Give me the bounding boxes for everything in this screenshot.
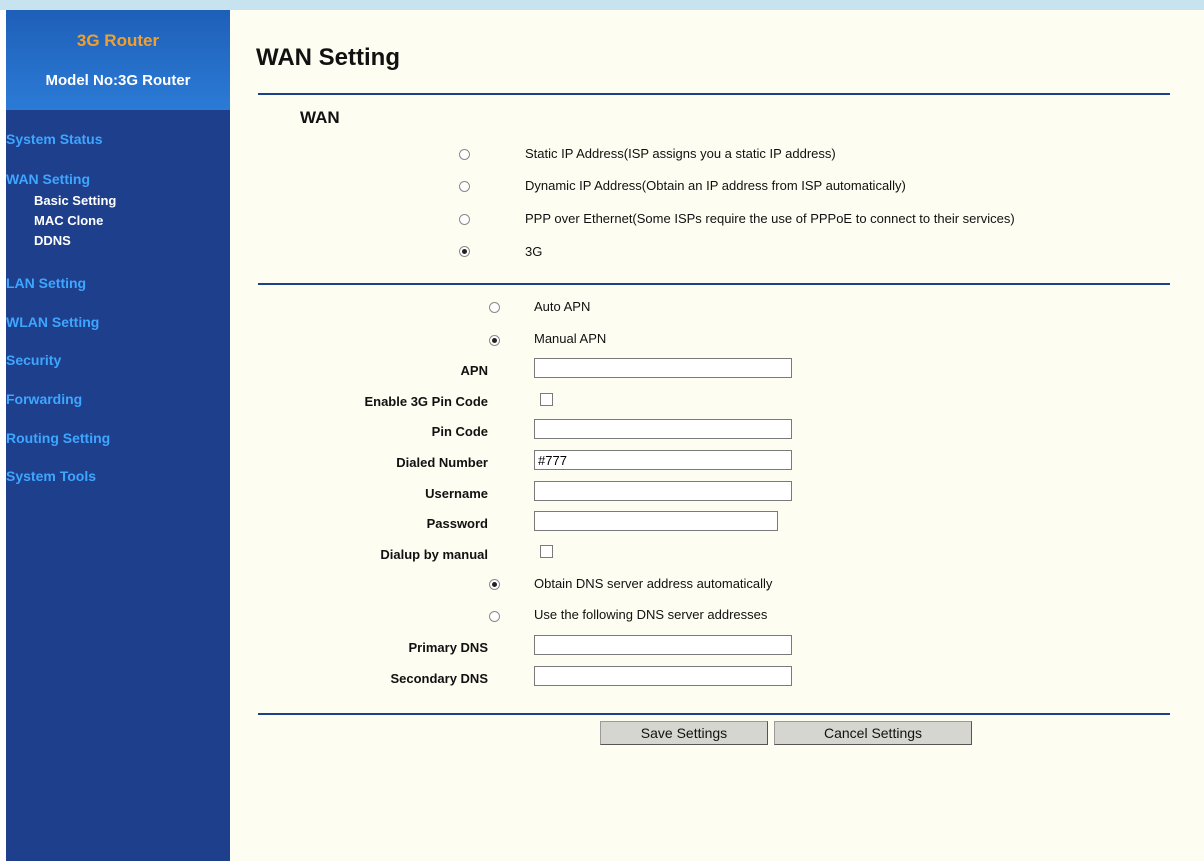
sidebar-item-system-tools[interactable]: System Tools <box>6 468 96 484</box>
secondary-dns-label: Secondary DNS <box>390 671 488 686</box>
manual-apn-label: Manual APN <box>534 331 607 346</box>
radio-pppoe[interactable] <box>459 214 470 225</box>
page-title: WAN Setting <box>256 44 400 71</box>
model-label: Model No:3G Router <box>45 72 191 89</box>
sidebar-subitem-basic-setting[interactable]: Basic Setting <box>34 193 116 208</box>
username-label: Username <box>425 486 488 501</box>
cancel-settings-button[interactable]: Cancel Settings <box>774 721 972 745</box>
main-panel: WAN Setting WAN Static IP Address(ISP as… <box>230 10 1204 861</box>
auto-apn-label: Auto APN <box>534 299 591 314</box>
sidebar-item-routing-setting[interactable]: Routing Setting <box>6 430 110 446</box>
dialed-number-label: Dialed Number <box>396 455 488 470</box>
dns-auto-label: Obtain DNS server address automatically <box>534 576 773 591</box>
primary-dns-input[interactable] <box>534 635 792 655</box>
dynamic-ip-label: Dynamic IP Address(Obtain an IP address … <box>525 178 906 193</box>
divider <box>258 713 1170 715</box>
sidebar-subitem-ddns[interactable]: DDNS <box>34 233 71 248</box>
brand-title: 3G Router <box>76 31 160 50</box>
enable-pin-checkbox[interactable] <box>540 393 553 406</box>
section-title: WAN <box>300 108 340 127</box>
sidebar-item-wan-setting[interactable]: WAN Setting <box>6 171 90 187</box>
sidebar-item-security[interactable]: Security <box>6 352 61 368</box>
dns-manual-label: Use the following DNS server addresses <box>534 607 768 622</box>
divider <box>258 93 1170 95</box>
sidebar-item-system-status[interactable]: System Status <box>6 131 102 147</box>
apn-label: APN <box>460 363 488 378</box>
divider <box>258 283 1170 285</box>
primary-dns-label: Primary DNS <box>408 640 488 655</box>
radio-dns-auto[interactable] <box>489 579 500 590</box>
radio-dynamic-ip[interactable] <box>459 181 470 192</box>
pppoe-label: PPP over Ethernet(Some ISPs require the … <box>525 211 1015 226</box>
top-strip <box>0 0 1204 10</box>
secondary-dns-input[interactable] <box>534 666 792 686</box>
radio-3g[interactable] <box>459 246 470 257</box>
pin-code-input[interactable] <box>534 419 792 439</box>
sidebar: 3G Router Model No:3G Router System Stat… <box>6 10 230 861</box>
username-input[interactable] <box>534 481 792 501</box>
sidebar-item-wlan-setting[interactable]: WLAN Setting <box>6 314 99 330</box>
radio-manual-apn[interactable] <box>489 335 500 346</box>
pin-code-label: Pin Code <box>431 424 488 439</box>
dialup-manual-checkbox[interactable] <box>540 545 553 558</box>
brand-header: 3G Router Model No:3G Router <box>6 10 230 110</box>
password-label: Password <box>426 516 488 531</box>
radio-static-ip[interactable] <box>459 149 470 160</box>
apn-input[interactable] <box>534 358 792 378</box>
sidebar-item-forwarding[interactable]: Forwarding <box>6 391 82 407</box>
password-input[interactable] <box>534 511 778 531</box>
enable-pin-label: Enable 3G Pin Code <box>364 394 488 409</box>
dialup-manual-label: Dialup by manual <box>380 547 488 562</box>
sidebar-subitem-mac-clone[interactable]: MAC Clone <box>34 213 103 228</box>
save-settings-button[interactable]: Save Settings <box>600 721 768 745</box>
radio-auto-apn[interactable] <box>489 302 500 313</box>
static-ip-label: Static IP Address(ISP assigns you a stat… <box>525 146 836 161</box>
3g-label: 3G <box>525 244 543 259</box>
radio-dns-manual[interactable] <box>489 611 500 622</box>
sidebar-item-lan-setting[interactable]: LAN Setting <box>6 275 86 291</box>
dialed-number-input[interactable] <box>534 450 792 470</box>
